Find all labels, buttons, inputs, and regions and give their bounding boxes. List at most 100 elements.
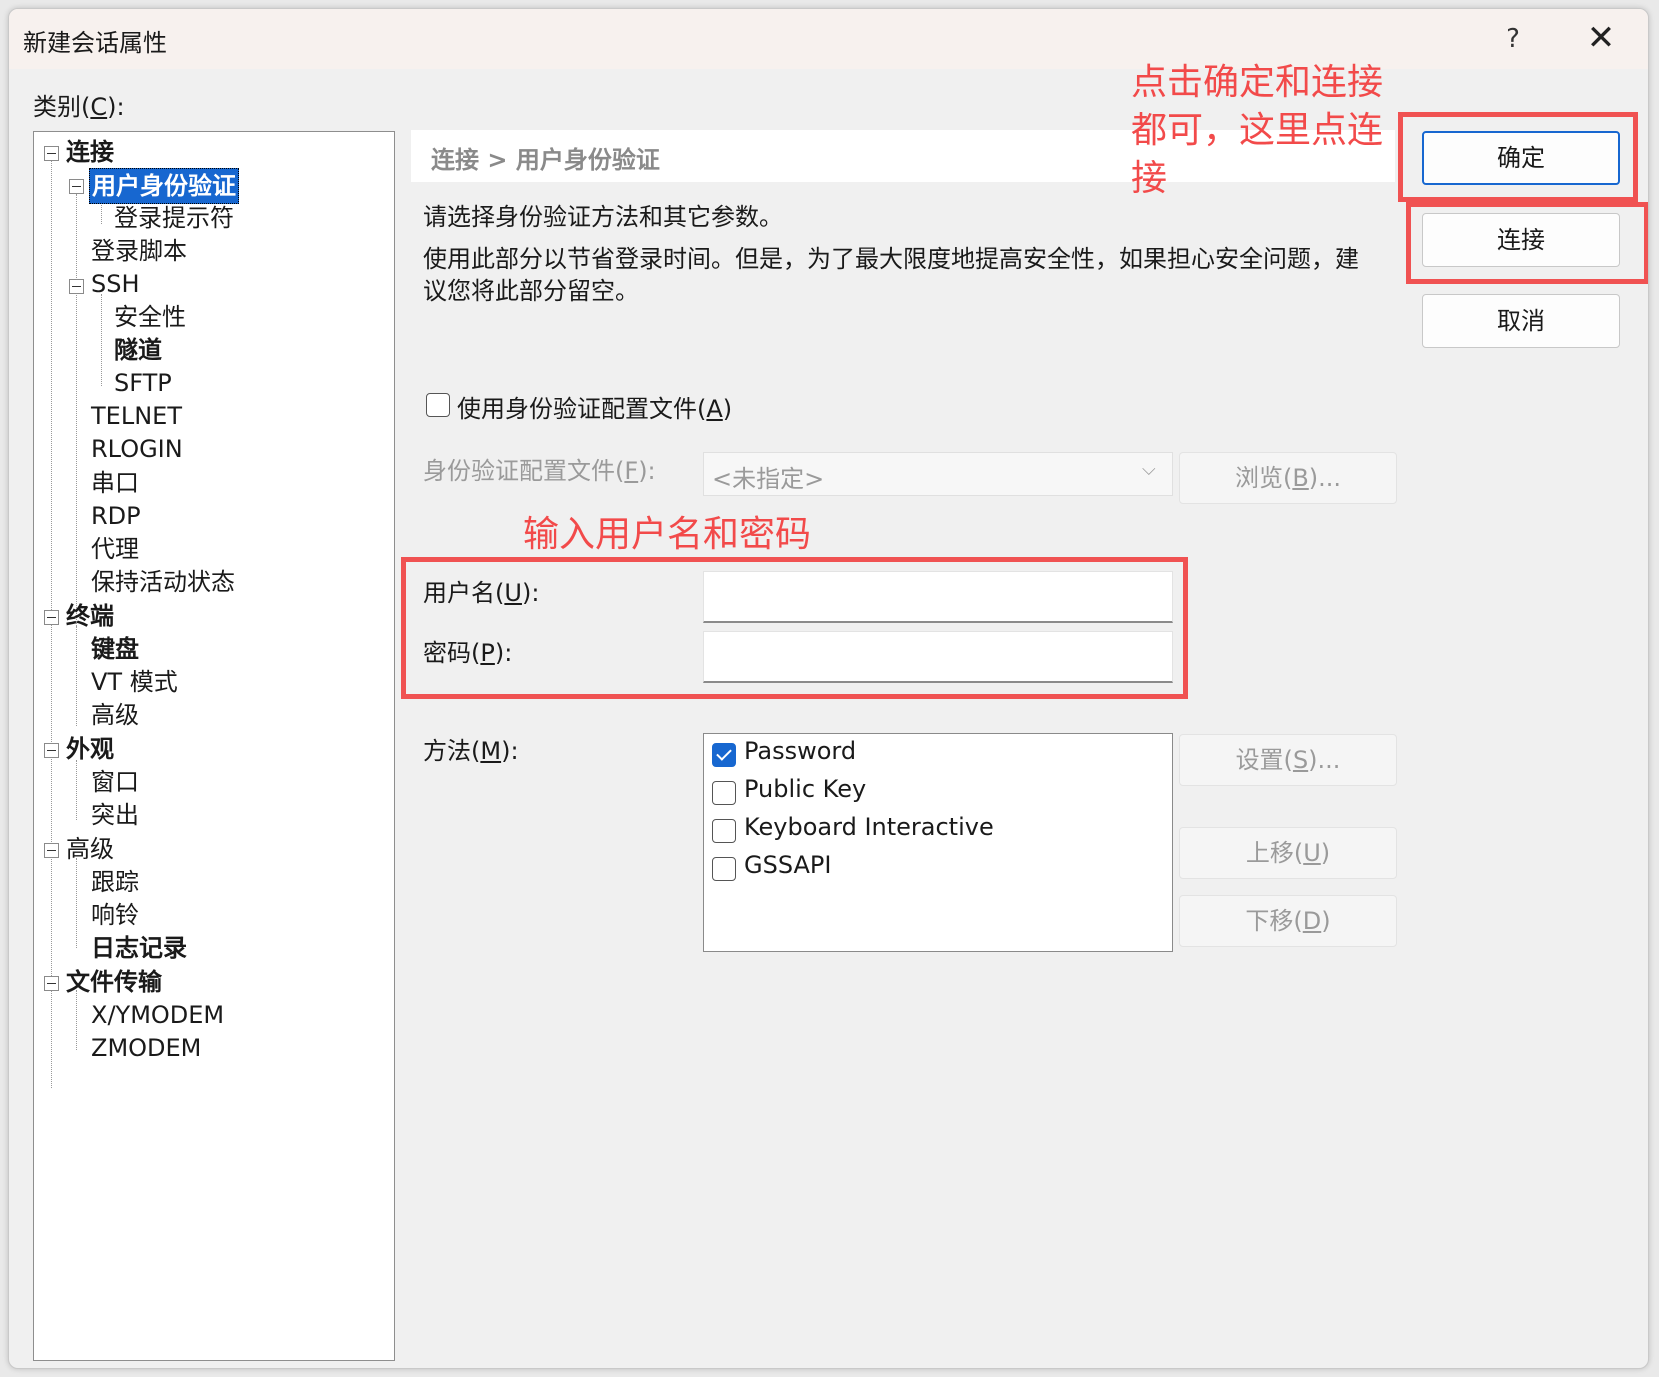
tree-line xyxy=(76,760,77,820)
method-password-checkbox[interactable] xyxy=(712,743,736,767)
move-up-end: ) xyxy=(1320,839,1331,867)
tree-item-log[interactable]: 日志记录 xyxy=(91,931,187,965)
settings-end: )... xyxy=(1308,746,1341,774)
collapse-icon[interactable] xyxy=(69,279,84,294)
title-bar: 新建会话属性 ? ✕ xyxy=(9,9,1648,69)
method-gssapi-label[interactable]: GSSAPI xyxy=(744,851,831,879)
move-down-button[interactable]: 下移(D) xyxy=(1179,895,1397,947)
move-down-accel: D xyxy=(1302,907,1322,935)
move-up-text: 上移( xyxy=(1245,839,1304,867)
use-auth-profile-accel: A xyxy=(706,395,723,423)
close-icon[interactable]: ✕ xyxy=(1569,15,1633,63)
settings-accel: S xyxy=(1292,746,1309,774)
move-up-button[interactable]: 上移(U) xyxy=(1179,827,1397,879)
annotation-box-ok xyxy=(1398,112,1638,202)
tree-item-appearance[interactable]: 外观 xyxy=(66,732,114,766)
tree-item-sftp[interactable]: SFTP xyxy=(114,366,172,400)
move-down-end: ) xyxy=(1321,907,1331,935)
tree-line xyxy=(76,858,77,948)
auth-profile-accel: F xyxy=(624,457,639,485)
tree-item-login-script[interactable]: 登录脚本 xyxy=(91,234,187,268)
tree-line xyxy=(76,194,77,654)
category-label-end: ): xyxy=(107,93,125,121)
auth-method-list[interactable]: Password Public Key Keyboard Interactive… xyxy=(703,733,1173,952)
category-accel: C xyxy=(90,93,108,121)
breadcrumb-text: 连接 > 用户身份验证 xyxy=(431,146,660,174)
tree-item-file-transfer[interactable]: 文件传输 xyxy=(66,965,162,999)
tree-line xyxy=(76,626,77,726)
auth-profile-label: 身份验证配置文件(F): xyxy=(423,451,656,486)
tree-item-terminal-advanced[interactable]: 高级 xyxy=(91,698,139,732)
tree-item-keyboard[interactable]: 键盘 xyxy=(91,632,139,666)
tree-item-highlight[interactable]: 突出 xyxy=(91,798,139,832)
tree-item-xymodem[interactable]: X/YMODEM xyxy=(91,998,224,1032)
description-primary: 请选择身份验证方法和其它参数。 xyxy=(423,203,783,231)
auth-profile-value: <未指定> xyxy=(712,465,825,493)
annotation-box-credentials xyxy=(401,557,1188,699)
tree-item-trace[interactable]: 跟踪 xyxy=(91,865,139,899)
tree-item-security[interactable]: 安全性 xyxy=(114,300,186,334)
method-accel: M xyxy=(480,737,502,765)
method-publickey-label[interactable]: Public Key xyxy=(744,775,866,803)
tree-line xyxy=(101,294,102,386)
collapse-icon[interactable] xyxy=(44,743,59,758)
auth-profile-select[interactable]: <未指定> ⌵ xyxy=(703,452,1173,496)
description-secondary-line1: 使用此部分以节省登录时间。但是，为了最大限度地提高安全性，如果担心安全问题，建 xyxy=(423,245,1359,273)
collapse-icon[interactable] xyxy=(44,146,59,161)
method-publickey-checkbox[interactable] xyxy=(712,781,736,805)
collapse-icon[interactable] xyxy=(44,843,59,858)
window-title: 新建会话属性 xyxy=(23,29,167,57)
tree-item-login-prompt[interactable]: 登录提示符 xyxy=(114,201,234,235)
category-tree[interactable]: 连接 用户身份验证 登录提示符 登录脚本 SSH 安全性 隧道 SFTP TEL… xyxy=(33,131,395,1361)
tree-item-rdp[interactable]: RDP xyxy=(91,499,141,533)
tree-item-rlogin[interactable]: RLOGIN xyxy=(91,432,183,466)
tree-item-keepalive[interactable]: 保持活动状态 xyxy=(91,565,235,599)
browse-text: 浏览( xyxy=(1234,464,1293,492)
browse-accel: B xyxy=(1292,464,1309,492)
description-secondary-line2: 议您将此部分留空。 xyxy=(423,277,639,305)
method-settings-button[interactable]: 设置(S)... xyxy=(1179,734,1397,786)
use-auth-profile-label[interactable]: 使用身份验证配置文件(A) xyxy=(457,389,732,424)
move-down-text: 下移( xyxy=(1245,907,1303,935)
help-icon[interactable]: ? xyxy=(1485,15,1541,63)
session-properties-dialog: 新建会话属性 ? ✕ 类别(C): 连接 用户身份验证 登录提示符 登录脚本 S… xyxy=(8,8,1649,1369)
auth-profile-text: 身份验证配置文件( xyxy=(423,457,625,485)
cancel-button[interactable]: 取消 xyxy=(1422,294,1620,348)
method-password-label[interactable]: Password xyxy=(744,737,856,765)
collapse-icon[interactable] xyxy=(44,610,59,625)
move-up-accel: U xyxy=(1303,839,1321,867)
tree-item-zmodem[interactable]: ZMODEM xyxy=(91,1031,201,1065)
annotation-ok-connect-note: 点击确定和连接 都可，这里点连 接 xyxy=(1131,62,1384,199)
category-label: 类别(C): xyxy=(33,87,125,122)
method-keyboard-interactive-label[interactable]: Keyboard Interactive xyxy=(744,813,994,841)
category-label-text: 类别( xyxy=(33,93,91,121)
tree-item-ssh[interactable]: SSH xyxy=(91,267,140,301)
tree-item-user-auth[interactable]: 用户身份验证 xyxy=(89,168,239,204)
use-auth-profile-end: ) xyxy=(722,395,733,423)
tree-item-proxy[interactable]: 代理 xyxy=(91,532,139,566)
annotation-box-connect xyxy=(1406,202,1648,284)
tree-item-telnet[interactable]: TELNET xyxy=(91,399,182,433)
method-label: 方法(M): xyxy=(423,731,519,766)
collapse-icon[interactable] xyxy=(44,976,59,991)
tree-line xyxy=(76,990,77,1050)
method-text: 方法( xyxy=(423,737,481,765)
tree-item-tunnel[interactable]: 隧道 xyxy=(114,333,162,367)
method-end: ): xyxy=(501,737,519,765)
auth-profile-end: ): xyxy=(638,457,656,485)
method-keyboard-interactive-checkbox[interactable] xyxy=(712,819,736,843)
tree-item-window[interactable]: 窗口 xyxy=(91,765,139,799)
settings-text: 设置( xyxy=(1235,746,1293,774)
tree-item-connection[interactable]: 连接 xyxy=(66,135,114,169)
tree-item-advanced[interactable]: 高级 xyxy=(66,832,114,866)
tree-item-vt-mode[interactable]: VT 模式 xyxy=(91,665,178,699)
annotation-credentials-note: 输入用户名和密码 xyxy=(523,514,812,555)
tree-item-terminal[interactable]: 终端 xyxy=(66,599,114,633)
tree-item-serial[interactable]: 串口 xyxy=(91,466,139,500)
use-auth-profile-checkbox[interactable] xyxy=(426,393,450,417)
browse-button[interactable]: 浏览(B)... xyxy=(1179,452,1397,504)
collapse-icon[interactable] xyxy=(69,179,84,194)
chevron-down-icon: ⌵ xyxy=(1142,459,1156,480)
method-gssapi-checkbox[interactable] xyxy=(712,857,736,881)
tree-item-bell[interactable]: 响铃 xyxy=(91,898,139,932)
